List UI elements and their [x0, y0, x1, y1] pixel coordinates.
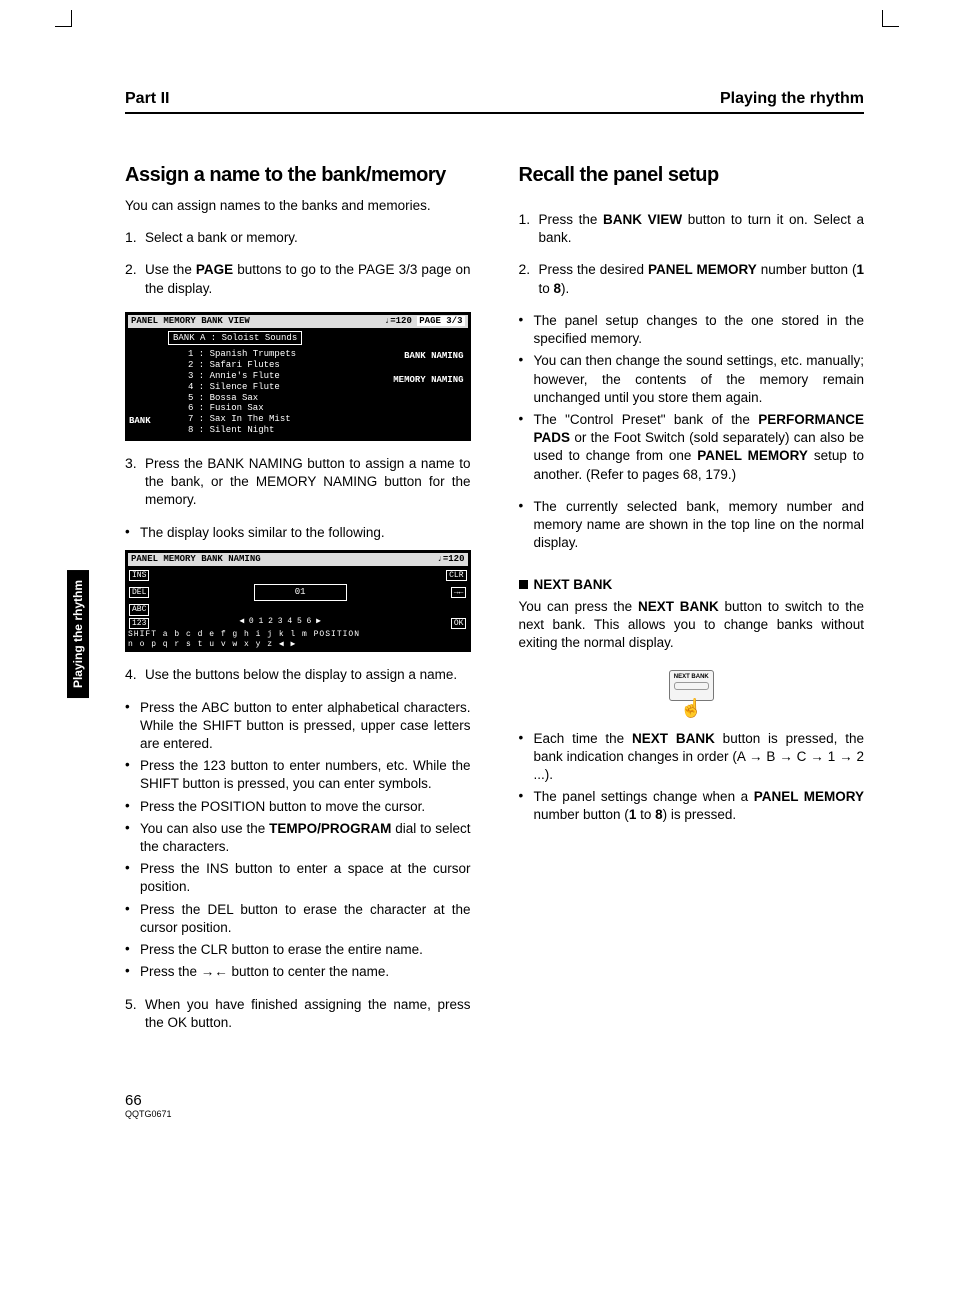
square-icon — [519, 580, 528, 589]
section-title-assign: Assign a name to the bank/memory — [125, 164, 471, 187]
step-2-body: Use the PAGE buttons to go to the PAGE 3… — [145, 261, 471, 297]
step-number: 2. — [125, 261, 145, 297]
bullet-text: Press the CLR button to erase the entire… — [140, 941, 471, 959]
hand-icon: ☝ — [519, 701, 865, 715]
page-number: 66 — [125, 1092, 471, 1109]
header-right: Playing the rhythm — [720, 90, 864, 108]
next-bank-text: You can press the NEXT BANK button to sw… — [519, 598, 865, 653]
side-tab: Playing the rhythm — [67, 570, 89, 698]
step-number: 5. — [125, 996, 145, 1032]
screen-bank-view: PANEL MEMORY BANK VIEW ♩=120 PAGE 3/3 BA… — [125, 312, 471, 441]
step-4-body: Use the buttons below the display to ass… — [145, 666, 471, 684]
right-column: Recall the panel setup 1. Press the BANK… — [519, 164, 865, 1119]
bullet-text: Press the →← button to center the name. — [140, 963, 471, 981]
bullet-text: The currently selected bank, memory numb… — [534, 498, 865, 553]
bullet-text: Press the 123 button to enter numbers, e… — [140, 757, 471, 793]
step-3-body: Press the BANK NAMING button to assign a… — [145, 455, 471, 510]
page-header: Part II Playing the rhythm — [125, 90, 864, 114]
bullet-text: You can then change the sound settings, … — [534, 352, 865, 407]
bullet-text: Each time the NEXT BANK button is presse… — [534, 730, 865, 785]
next-bank-figure: NEXT BANK ☝ — [519, 666, 865, 715]
recall-step-2: Press the desired PANEL MEMORY number bu… — [539, 261, 865, 297]
document-id: QQTG0671 — [125, 1109, 471, 1119]
header-left: Part II — [125, 90, 169, 108]
bullet-text: The display looks similar to the followi… — [140, 524, 471, 542]
step-number: 1. — [519, 211, 539, 247]
left-column: Assign a name to the bank/memory You can… — [125, 164, 471, 1119]
step-number: 4. — [125, 666, 145, 684]
step-number: 1. — [125, 229, 145, 247]
bullet-text: Press the ABC button to enter alphabetic… — [140, 699, 471, 754]
bullet-text: Press the POSITION button to move the cu… — [140, 798, 471, 816]
section-title-recall: Recall the panel setup — [519, 164, 865, 187]
step-number: 3. — [125, 455, 145, 510]
intro-text: You can assign names to the banks and me… — [125, 197, 471, 215]
bullet-text: You can also use the TEMPO/PROGRAM dial … — [140, 820, 471, 856]
step-number: 2. — [519, 261, 539, 297]
bullet-text: Press the DEL button to erase the charac… — [140, 901, 471, 937]
bullet-text: The panel setup changes to the one store… — [534, 312, 865, 348]
step-1-body: Select a bank or memory. — [145, 229, 471, 247]
next-bank-heading: NEXT BANK — [519, 577, 865, 592]
screen-bank-naming: PANEL MEMORY BANK NAMING ♩=120 INS CLR D… — [125, 550, 471, 653]
recall-step-1: Press the BANK VIEW button to turn it on… — [539, 211, 865, 247]
bullet-text: The "Control Preset" bank of the PERFORM… — [534, 411, 865, 484]
bullet-text: Press the INS button to enter a space at… — [140, 860, 471, 896]
step-5-body: When you have finished assigning the nam… — [145, 996, 471, 1032]
bullet-text: The panel settings change when a PANEL M… — [534, 788, 865, 824]
